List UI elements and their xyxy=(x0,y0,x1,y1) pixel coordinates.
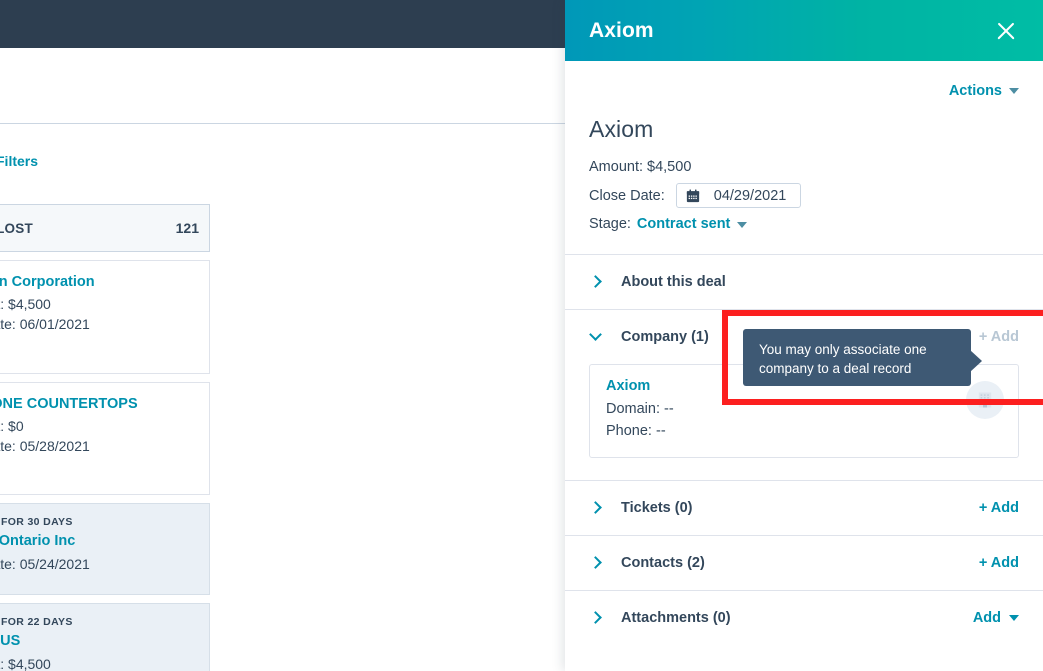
screen-root: Filters ED LOST 121 ocon Corporation oun… xyxy=(0,0,1043,671)
chevron-down-icon xyxy=(589,328,602,342)
close-date-value: 04/29/2021 xyxy=(713,187,787,204)
deal-card-inactive-badge: TIVE FOR 30 DAYS xyxy=(0,516,73,529)
close-date-label: Close Date: xyxy=(589,187,665,204)
deal-card-amount: ount: $4,500 xyxy=(0,296,51,313)
column-header: ED LOST 121 xyxy=(0,204,210,252)
section-header-left: Tickets (0) xyxy=(589,500,692,516)
section-header-left: Contacts (2) xyxy=(589,555,705,571)
column-header-count: 121 xyxy=(175,220,199,236)
add-ticket-button[interactable]: + Add xyxy=(979,500,1019,516)
deal-card[interactable]: STONE COUNTERTOPS ount: $0 e date: 05/28… xyxy=(0,381,210,496)
chevron-right-icon xyxy=(589,611,602,625)
deal-board-column: ED LOST 121 ocon Corporation ount: $4,50… xyxy=(0,204,210,671)
section-label: Attachments (0) xyxy=(621,609,731,626)
deal-summary: Axiom Amount: $4,500 Close Date: 04/29/2… xyxy=(565,99,1043,254)
section-label: About this deal xyxy=(621,273,726,290)
section-header-left: Attachments (0) xyxy=(589,610,731,626)
chevron-down-icon[interactable] xyxy=(737,221,748,228)
tooltip-associate-one-company: You may only associate one company to a … xyxy=(743,329,982,386)
tooltip-text: You may only associate one company to a … xyxy=(759,342,927,377)
calendar-icon xyxy=(686,189,699,203)
deal-card-close-date: e date: 05/24/2021 xyxy=(0,555,90,572)
deal-card-name[interactable]: STONE COUNTERTOPS xyxy=(0,395,195,413)
section-attachments[interactable]: Attachments (0) Add xyxy=(565,589,1043,645)
close-date-input[interactable]: 04/29/2021 xyxy=(675,183,802,209)
panel-title: Axiom xyxy=(589,18,654,42)
top-navigation-bar xyxy=(0,0,570,48)
section-tickets[interactable]: Tickets (0) + Add xyxy=(565,479,1043,535)
company-avatar xyxy=(966,380,1004,419)
panel-header: Axiom xyxy=(565,0,1043,61)
add-contact-button[interactable]: + Add xyxy=(979,555,1019,571)
section-label: Contacts (2) xyxy=(621,554,705,571)
add-attachment-label: Add xyxy=(972,609,1001,626)
deal-card-name[interactable]: LATUS xyxy=(0,632,195,650)
chevron-down-icon xyxy=(1009,88,1019,94)
deal-close-date-row: Close Date: 04/29/2021 xyxy=(589,183,1019,209)
deal-stage-row: Stage: Contract sent xyxy=(589,213,1019,235)
section-contacts[interactable]: Contacts (2) + Add xyxy=(565,534,1043,590)
deal-title: Axiom xyxy=(589,116,654,142)
close-icon[interactable] xyxy=(991,16,1021,46)
deal-card-close-date: e date: 06/01/2021 xyxy=(0,316,90,333)
deal-card-amount: ount: $4,500 xyxy=(0,655,51,671)
deal-card-close-date: e date: 05/28/2021 xyxy=(0,438,90,455)
deal-amount-label: Amount: $4,500 xyxy=(589,159,692,175)
company-card-phone: Phone: -- xyxy=(606,423,666,440)
chevron-right-icon xyxy=(589,556,602,570)
deal-card-name[interactable]: fco Ontario Inc xyxy=(0,532,195,550)
actions-row: Actions xyxy=(565,61,1043,99)
column-header-title: ED LOST xyxy=(0,220,33,236)
deal-amount-row: Amount: $4,500 xyxy=(589,156,1019,178)
building-icon xyxy=(978,392,992,408)
section-about-this-deal[interactable]: About this deal xyxy=(565,253,1043,309)
chevron-right-icon xyxy=(589,275,602,289)
section-label: Tickets (0) xyxy=(621,499,693,516)
deal-card-inactive-badge: TIVE FOR 22 DAYS xyxy=(0,616,73,629)
stage-value-dropdown[interactable]: Contract sent xyxy=(637,213,730,235)
deal-card[interactable]: ocon Corporation ount: $4,500 e date: 06… xyxy=(0,260,210,374)
page-divider xyxy=(0,123,570,124)
deal-card-amount: ount: $0 xyxy=(0,417,24,434)
actions-button[interactable]: Actions xyxy=(949,83,1019,99)
deal-card-name[interactable]: ocon Corporation xyxy=(0,273,195,291)
deal-card[interactable]: TIVE FOR 30 DAYS fco Ontario Inc e date:… xyxy=(0,503,210,596)
add-attachment-button[interactable]: Add xyxy=(973,610,1019,626)
actions-button-label: Actions xyxy=(948,83,1002,99)
deal-card[interactable]: TIVE FOR 22 DAYS LATUS ount: $4,500 e da… xyxy=(0,603,210,671)
section-header-left: Company (1) xyxy=(589,328,709,345)
chevron-right-icon xyxy=(589,501,602,515)
company-card-domain: Domain: -- xyxy=(606,400,674,417)
section-label: Company (1) xyxy=(621,328,709,345)
filters-link[interactable]: Filters xyxy=(0,153,38,169)
section-header-left: About this deal xyxy=(589,274,726,290)
stage-label: Stage: xyxy=(589,216,631,233)
add-company-button: + Add xyxy=(978,328,1019,345)
chevron-down-icon xyxy=(1009,614,1019,621)
